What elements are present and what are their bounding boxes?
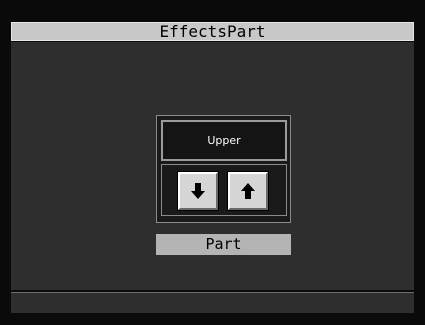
part-label: Part: [156, 234, 291, 255]
arrow-up-icon: [241, 183, 255, 199]
arrow-down-icon: [191, 183, 205, 199]
footer-bar: [11, 292, 414, 313]
part-value-display[interactable]: Upper: [161, 120, 287, 161]
part-down-button[interactable]: [177, 171, 219, 211]
part-up-button[interactable]: [227, 171, 269, 211]
screen-title: EffectsPart: [11, 22, 414, 41]
display-screen: EffectsPart Upper Part: [0, 0, 425, 325]
